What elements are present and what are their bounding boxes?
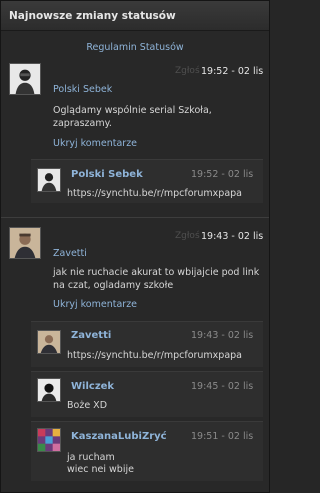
comment-author[interactable]: Zavetti: [71, 330, 111, 341]
comment-author[interactable]: Wilczek: [71, 381, 114, 392]
status-author[interactable]: Zavetti: [53, 248, 87, 259]
status-time: 19:52 - 02 lis: [201, 66, 264, 77]
comment-avatar[interactable]: [37, 168, 61, 192]
report-link[interactable]: Zgłoś: [175, 66, 200, 76]
comment-item: KaszanaLubiZryć 19:51 - 02 lis ja rucham…: [31, 421, 263, 481]
status-time: 19:43 - 02 lis: [201, 231, 264, 242]
comment-time: 19:51 - 02 lis: [191, 431, 254, 442]
comment-item: Wilczek 19:45 - 02 lis Boże XD: [31, 371, 263, 417]
status-separator: [1, 217, 269, 218]
status-item: Zgłoś 19:52 - 02 lis Polski Sebek Ogląda…: [1, 59, 269, 219]
avatar[interactable]: [9, 227, 41, 259]
avatar-image-icon: [38, 331, 60, 353]
status-text-line: jak nie ruchacie akurat to wbijajcie pod…: [53, 267, 260, 278]
comment-avatar[interactable]: [37, 330, 61, 354]
comment-text-line: https://synchtu.be/r/mpcforumxpapa: [67, 188, 243, 199]
avatar-image-icon: [38, 169, 60, 191]
comment-text-line: ja rucham: [67, 452, 115, 463]
comment-time: 19:45 - 02 lis: [191, 381, 254, 392]
status-author[interactable]: Polski Sebek: [53, 84, 112, 95]
status-item: Zgłoś 19:43 - 02 lis Zavetti jak nie ruc…: [1, 223, 269, 493]
comment-text-line: wiec nei wbije: [67, 464, 134, 475]
panel-header: Najnowsze zmiany statusów: [1, 1, 269, 31]
comment-time: 19:43 - 02 lis: [191, 330, 254, 341]
comment-item: Zavetti 19:43 - 02 lis https://synchtu.b…: [31, 321, 263, 367]
status-text-line: Oglądamy wspólnie serial Szkoła,: [53, 105, 212, 116]
comment-text-line: Boże XD: [67, 400, 108, 411]
avatar-image-icon: [10, 228, 40, 258]
avatar-image-icon: [38, 379, 60, 401]
comment-avatar[interactable]: [37, 378, 61, 402]
comment-author[interactable]: KaszanaLubiZryć: [71, 431, 167, 442]
hide-comments-link[interactable]: Ukryj komentarze: [53, 138, 137, 149]
avatar-image-icon: [10, 64, 40, 94]
comment-item: Polski Sebek 19:52 - 02 lis https://sync…: [31, 159, 263, 203]
status-panel: Najnowsze zmiany statusów Regulamin Stat…: [0, 0, 270, 493]
comment-text-line: https://synchtu.be/r/mpcforumxpapa: [67, 350, 243, 361]
comment-author[interactable]: Polski Sebek: [71, 169, 143, 180]
hide-comments-link[interactable]: Ukryj komentarze: [53, 299, 137, 310]
status-text-line: na czat, ogladamy szkołe: [53, 280, 174, 291]
comment-avatar[interactable]: [37, 428, 61, 452]
panel-title: Najnowsze zmiany statusów: [9, 10, 176, 22]
avatar[interactable]: [9, 63, 41, 95]
rules-link[interactable]: Regulamin Statusów: [1, 42, 269, 53]
report-link[interactable]: Zgłoś: [175, 231, 200, 241]
avatar-image-icon: [38, 429, 60, 451]
status-text-line: zapraszamy.: [53, 118, 112, 129]
comment-time: 19:52 - 02 lis: [191, 169, 254, 180]
